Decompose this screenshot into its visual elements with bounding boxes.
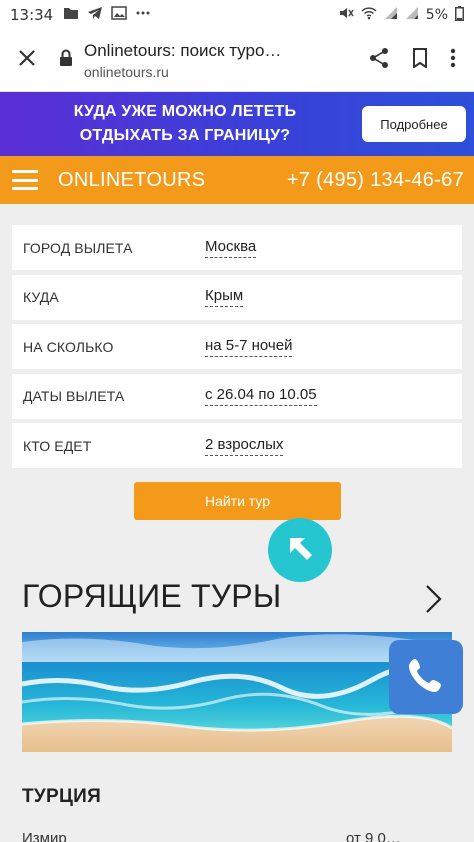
close-icon [18, 49, 36, 72]
call-button[interactable] [389, 640, 463, 714]
signal-icon [384, 6, 398, 24]
arrow-up-left-icon [285, 533, 315, 568]
destination-field[interactable]: Крым [205, 287, 244, 307]
battery-icon [455, 5, 464, 25]
dates-field[interactable]: с 26.04 по 10.05 [205, 386, 317, 406]
promo-banner-text: КУДА УЖЕ МОЖНО ЛЕТЕТЬ ОТДЫХАТЬ ЗА ГРАНИЦ… [73, 103, 297, 144]
find-tour-button[interactable]: Найти тур [134, 482, 341, 520]
form-row-departure[interactable]: ГОРОД ВЫЛЕТА Москва [12, 225, 462, 270]
signal-icon [405, 6, 419, 24]
duration-field[interactable]: на 5-7 ночей [205, 337, 293, 357]
lock-icon [59, 49, 73, 72]
hot-tours-title: ГОРЯЩИЕ ТУРЫ [22, 578, 282, 614]
page-url: onlinetours.ru [84, 64, 169, 80]
form-row-destination[interactable]: КУДА Крым [12, 274, 462, 320]
field-label: ГОРОД ВЫЛЕТА [23, 239, 133, 256]
departure-city-field[interactable]: Москва [205, 238, 257, 258]
field-label: ДАТЫ ВЫЛЕТА [23, 388, 125, 404]
scroll-top-button[interactable] [268, 518, 332, 582]
promo-banner[interactable]: КУДА УЖЕ МОЖНО ЛЕТЕТЬ ОТДЫХАТЬ ЗА ГРАНИЦ… [0, 92, 474, 156]
address-area[interactable]: Onlinetours: поиск туро… onlinetours.ru [78, 41, 368, 80]
field-label: НА СКОЛЬКО [23, 338, 114, 355]
form-row-duration[interactable]: НА СКОЛЬКО на 5-7 ночей [12, 324, 462, 369]
field-label: КУДА [23, 289, 59, 305]
more-vert-icon[interactable] [450, 48, 456, 73]
travelers-field[interactable]: 2 взрослых [205, 436, 284, 456]
wifi-icon [361, 6, 377, 24]
folder-icon [63, 6, 79, 24]
tour-country: ТУРЦИЯ [22, 786, 102, 807]
tour-photo[interactable] [22, 632, 452, 752]
header-phone-link[interactable]: +7 (495) 134-46-67 [287, 169, 464, 192]
tour-city: Измир [22, 830, 67, 842]
phone-icon [406, 655, 446, 700]
status-time: 13:34 [10, 6, 54, 24]
site-info-button[interactable] [54, 49, 78, 72]
browser-toolbar: Onlinetours: поиск туро… onlinetours.ru [0, 30, 474, 92]
telegram-icon [87, 6, 103, 24]
page-title: Onlinetours: поиск туро… [84, 41, 282, 60]
bookmark-icon[interactable] [412, 48, 428, 73]
share-icon[interactable] [368, 47, 390, 74]
chevron-right-icon[interactable] [424, 584, 444, 619]
tour-price: от 9 0… [346, 830, 401, 842]
field-label: КТО ЕДЕТ [23, 437, 92, 454]
status-bar: 13:34 5% [0, 0, 474, 30]
mute-icon [338, 6, 354, 24]
battery-text: 5% [425, 7, 448, 23]
more-dots-icon [135, 6, 151, 24]
form-row-travelers[interactable]: КТО ЕДЕТ 2 взрослых [12, 423, 462, 468]
promo-more-button[interactable]: Подробнее [362, 106, 466, 142]
form-row-dates[interactable]: ДАТЫ ВЫЛЕТА с 26.04 по 10.05 [12, 373, 462, 419]
close-tab-button[interactable] [0, 49, 54, 72]
site-header: ONLINETOURS +7 (495) 134-46-67 [0, 156, 474, 204]
image-icon [111, 6, 127, 24]
site-logo[interactable]: ONLINETOURS [58, 169, 205, 192]
menu-icon[interactable] [12, 170, 38, 190]
tour-search-form: ГОРОД ВЫЛЕТА Москва КУДА Крым НА СКОЛЬКО… [12, 225, 462, 473]
